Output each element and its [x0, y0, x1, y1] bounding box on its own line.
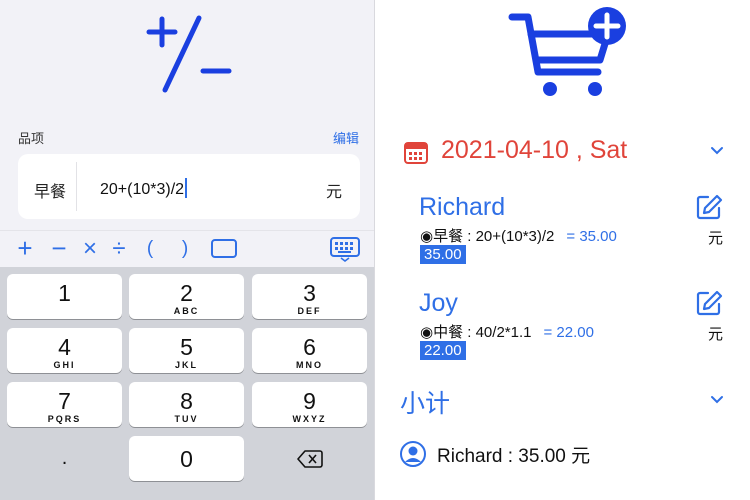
key-digit: .: [61, 447, 68, 469]
divide-tool[interactable]: ÷: [107, 231, 131, 268]
edit-icon[interactable]: [695, 289, 723, 317]
key-letters: DEF: [297, 306, 322, 316]
key-6[interactable]: 6 MNO: [252, 328, 367, 373]
entry-result: = 35.00: [566, 228, 617, 245]
key-4[interactable]: 4 GHI: [7, 328, 122, 373]
key-digit: 4: [58, 334, 71, 360]
key-3[interactable]: 3 DEF: [252, 274, 367, 319]
card-divider: [76, 162, 77, 211]
key-8[interactable]: 8 TUV: [129, 382, 244, 427]
total-badge: 22.00: [420, 341, 466, 360]
person-icon: [400, 441, 426, 467]
key-digit: 8: [180, 388, 193, 414]
calendar-icon: [404, 142, 428, 164]
person-name: Richard: [419, 193, 506, 221]
summary-line: Richard : 35.00 元: [437, 446, 591, 467]
item-card: 早餐 20+(10*3)/2 元: [18, 154, 360, 219]
open-paren-tool[interactable]: (: [140, 231, 160, 268]
backspace-icon: [296, 450, 323, 468]
meal-label: 早餐: [34, 184, 67, 201]
chevron-down-icon[interactable]: [710, 395, 724, 405]
times-tool[interactable]: ×: [78, 231, 102, 268]
space-key-icon[interactable]: [210, 237, 238, 261]
key-digit: 5: [180, 334, 193, 360]
edit-button[interactable]: 编辑: [333, 128, 359, 147]
section-label: 品项: [18, 131, 45, 146]
key-letters: MNO: [296, 360, 323, 370]
key-digit: 6: [303, 334, 316, 360]
close-paren-tool[interactable]: ): [175, 231, 195, 268]
key-digit: 3: [303, 280, 316, 306]
expression-text: 20+(10*3)/2: [100, 181, 185, 198]
plus-tool[interactable]: +: [12, 231, 38, 268]
entry-expression: ◉中餐 : 40/2*1.1: [420, 324, 532, 341]
text-caret: [185, 178, 188, 198]
total-badge: 35.00: [420, 245, 466, 264]
key-letters: PQRS: [47, 414, 82, 424]
key-digit: 0: [180, 446, 193, 472]
add-to-cart-icon: [508, 7, 626, 96]
key-letters: JKL: [174, 360, 198, 370]
key-digit: 2: [180, 280, 193, 306]
chevron-down-icon[interactable]: [710, 146, 724, 156]
currency-label: 元: [708, 230, 724, 247]
subtotal-title: 小计: [400, 390, 451, 418]
calculator-panel: 品项 编辑 早餐 20+(10*3)/2 元 + − × ÷ ( ) 1 2 AB…: [0, 0, 374, 500]
date-row[interactable]: 2021-04-10 , Sat: [403, 136, 733, 168]
keyboard-icon[interactable]: [330, 236, 360, 262]
order-panel: 2021-04-10 , Sat Richard ◉早餐 : 20+(10*3)…: [375, 0, 750, 500]
key-7[interactable]: 7 PQRS: [7, 382, 122, 427]
plus-minus-icon: [146, 15, 232, 93]
unit-label: 元: [325, 184, 342, 201]
order-entry: ◉早餐 : 20+(10*3)/2 = 35.00: [420, 225, 617, 246]
entry-result: = 22.00: [543, 324, 594, 341]
key-2[interactable]: 2 ABC: [129, 274, 244, 319]
key-letters: TUV: [174, 414, 199, 424]
key-letters: GHI: [53, 360, 76, 370]
key-letters: ABC: [173, 306, 200, 316]
order-entry: ◉中餐 : 40/2*1.1 = 22.00: [420, 321, 594, 342]
person-name: Joy: [419, 289, 458, 317]
operator-toolbar: + − × ÷ ( ): [0, 230, 374, 268]
expression-input[interactable]: 20+(10*3)/2: [100, 178, 188, 199]
key-1[interactable]: 1: [7, 274, 122, 319]
key-9[interactable]: 9 WXYZ: [252, 382, 367, 427]
numeric-keypad: 1 2 ABC 3 DEF 4 GHI 5 JKL 6 MNO 7 PQRS 8 TUV 9W…: [0, 267, 374, 500]
minus-tool[interactable]: −: [46, 231, 72, 268]
key-digit: 9: [303, 388, 316, 414]
key-5[interactable]: 5 JKL: [129, 328, 244, 373]
backspace-key[interactable]: [252, 436, 367, 481]
key-letters: WXYZ: [292, 414, 327, 424]
edit-icon[interactable]: [695, 193, 723, 221]
entry-expression: ◉早餐 : 20+(10*3)/2: [420, 228, 555, 245]
key-0[interactable]: 0: [129, 436, 244, 481]
currency-label: 元: [708, 326, 724, 343]
order-date: 2021-04-10 , Sat: [441, 136, 628, 164]
key-digit: 1: [58, 280, 71, 306]
key-decimal[interactable]: .: [7, 436, 122, 481]
key-digit: 7: [58, 388, 71, 414]
